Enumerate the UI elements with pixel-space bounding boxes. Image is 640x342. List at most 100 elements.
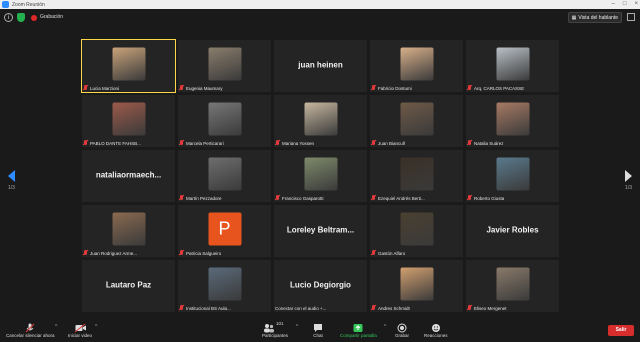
participant-name: Gastón Alfaro xyxy=(378,250,406,256)
participants-label: Participantes xyxy=(262,333,289,338)
participant-tile[interactable]: P Patricia Salgueiro xyxy=(178,205,271,257)
participant-tile[interactable]: Gastón Alfaro xyxy=(370,205,463,257)
participant-label: Natalia Suárez xyxy=(467,140,557,146)
speaker-view-label: Vista del hablante xyxy=(578,14,618,21)
participant-name: Eliseo Mergenet xyxy=(474,305,507,311)
participants-count: 101 xyxy=(276,321,284,326)
participant-tile[interactable]: Lautaro Paz xyxy=(82,260,175,312)
microphone-muted-icon xyxy=(179,195,184,201)
participant-label: Eugenia Maumary xyxy=(179,85,269,91)
participant-label: Lucia Marzioni xyxy=(83,85,173,91)
participant-video xyxy=(400,212,433,246)
previous-page-arrow-icon[interactable] xyxy=(8,170,15,182)
participant-tile[interactable]: Andres Schmidt xyxy=(370,260,463,312)
unmute-button[interactable]: Cancelar silenciar ahora xyxy=(6,320,55,338)
participant-name: Francisco Gasparotti xyxy=(282,195,324,201)
participants-caret-icon[interactable]: ^ xyxy=(296,324,298,330)
fullscreen-icon[interactable] xyxy=(627,13,635,21)
participant-video xyxy=(400,267,433,301)
participant-name: Martín Pezzadore xyxy=(186,195,222,201)
reactions-button[interactable]: Reacciones xyxy=(424,320,448,338)
participant-tile[interactable]: Roberto Giusta xyxy=(466,150,559,202)
close-icon[interactable]: × xyxy=(634,1,638,7)
participant-tile[interactable]: Juan Biancuñ xyxy=(370,95,463,147)
participant-label: Patricia Salgueiro xyxy=(179,250,269,256)
participant-video xyxy=(400,47,433,81)
participant-tile[interactable]: Lucia Marzioni xyxy=(81,39,176,93)
participant-name: Lucia Marzioni xyxy=(90,85,120,91)
participant-name: Eugenia Maumary xyxy=(186,85,223,91)
record-button[interactable]: Grabar xyxy=(395,320,409,338)
window-titlebar: Zoom Reunión – □ × xyxy=(0,0,640,9)
participant-tile[interactable]: nataliaormaech... xyxy=(82,150,175,202)
microphone-muted-icon xyxy=(371,140,376,146)
participant-name: Fabricio Dostumi xyxy=(378,85,412,91)
participant-tile[interactable]: Juan Rodriguez Arme... xyxy=(82,205,175,257)
share-screen-label: Compartir pantalla xyxy=(340,333,377,338)
grid-icon: ▦ xyxy=(571,14,577,21)
participant-tile[interactable]: Francisco Gasparotti xyxy=(274,150,367,202)
microphone-muted-icon xyxy=(179,140,184,146)
participant-tile[interactable]: Javier Robles xyxy=(466,205,559,257)
microphone-muted-icon xyxy=(83,250,88,256)
recording-icon xyxy=(31,15,37,21)
participant-video xyxy=(208,267,241,301)
audio-options-caret-icon[interactable]: ^ xyxy=(55,324,57,330)
participant-tile[interactable]: Martín Pezzadore xyxy=(178,150,271,202)
reactions-smiley-icon xyxy=(431,320,441,332)
participant-tile[interactable]: Eliseo Mergenet xyxy=(466,260,559,312)
participant-tile[interactable]: Lucio Degiorgio Conectar con el audio +..… xyxy=(274,260,367,312)
participant-tile[interactable]: Mariana Yossen xyxy=(274,95,367,147)
participant-label: Gastón Alfaro xyxy=(371,250,461,256)
microphone-muted-icon xyxy=(371,85,376,91)
share-options-caret-icon[interactable]: ^ xyxy=(384,324,386,330)
participant-tile[interactable]: juan heinen xyxy=(274,40,367,92)
participant-name: PABLO DANTE FAHSB... xyxy=(90,140,141,146)
share-screen-button[interactable]: Compartir pantalla xyxy=(340,320,377,338)
participant-tile[interactable]: Institucional BS Aula... xyxy=(178,260,271,312)
page-indicator-right: 1/3 xyxy=(625,185,632,191)
participant-video xyxy=(112,212,145,246)
participant-tile[interactable]: Ezequiel Andrés Berti... xyxy=(370,150,463,202)
info-icon[interactable]: i xyxy=(4,13,13,22)
leave-button[interactable]: Salir xyxy=(608,325,634,336)
participant-display-name: Javier Robles xyxy=(486,225,539,235)
next-page-arrow-icon[interactable] xyxy=(625,170,632,182)
participant-name: Roberto Giusta xyxy=(474,195,505,201)
participant-tile[interactable]: Eugenia Maumary xyxy=(178,40,271,92)
microphone-muted-icon xyxy=(179,85,184,91)
start-video-button[interactable]: Iniciar video xyxy=(68,320,92,338)
participant-name: Juan Rodriguez Arme... xyxy=(90,250,138,256)
participant-label: Arq. CARLOS PACASSE xyxy=(467,85,557,91)
participant-name: Arq. CARLOS PACASSE xyxy=(474,85,525,91)
record-label: Grabar xyxy=(395,333,410,338)
participant-tile[interactable]: Marcela Perticarari xyxy=(178,95,271,147)
participants-icon: 101 xyxy=(263,320,287,333)
microphone-muted-icon xyxy=(467,195,472,201)
video-options-caret-icon[interactable]: ^ xyxy=(95,324,97,330)
window-controls: – □ × xyxy=(612,1,638,7)
participant-video xyxy=(112,102,145,136)
window-title: Zoom Reunión xyxy=(12,1,45,8)
participant-tile[interactable]: Fabricio Dostumi xyxy=(370,40,463,92)
chat-icon xyxy=(313,320,323,332)
participant-tile[interactable]: Loreley Beltram... xyxy=(274,205,367,257)
speaker-view-button[interactable]: ▦ Vista del hablante xyxy=(567,12,622,23)
participant-label: Institucional BS Aula... xyxy=(179,305,269,311)
microphone-muted-icon xyxy=(467,140,472,146)
participant-tile[interactable]: Natalia Suárez xyxy=(466,95,559,147)
microphone-muted-icon xyxy=(371,250,376,256)
chat-button[interactable]: Chat xyxy=(313,320,323,338)
participants-button[interactable]: 101 Participantes xyxy=(262,320,288,338)
maximize-icon[interactable]: □ xyxy=(623,1,627,7)
security-shield-icon[interactable] xyxy=(17,13,25,22)
participant-name: Patricia Salgueiro xyxy=(186,250,222,256)
participant-tile[interactable]: Arq. CARLOS PACASSE xyxy=(466,40,559,92)
participant-tile[interactable]: PABLO DANTE FAHSB... xyxy=(82,95,175,147)
participant-label: Fabricio Dostumi xyxy=(371,85,461,91)
participant-label: Juan Biancuñ xyxy=(371,140,461,146)
meeting-toolbar: Cancelar silenciar ahora ^ Iniciar video… xyxy=(0,318,640,342)
zoom-logo-icon xyxy=(2,1,9,8)
minimize-icon[interactable]: – xyxy=(612,1,615,7)
participant-video xyxy=(496,102,529,136)
